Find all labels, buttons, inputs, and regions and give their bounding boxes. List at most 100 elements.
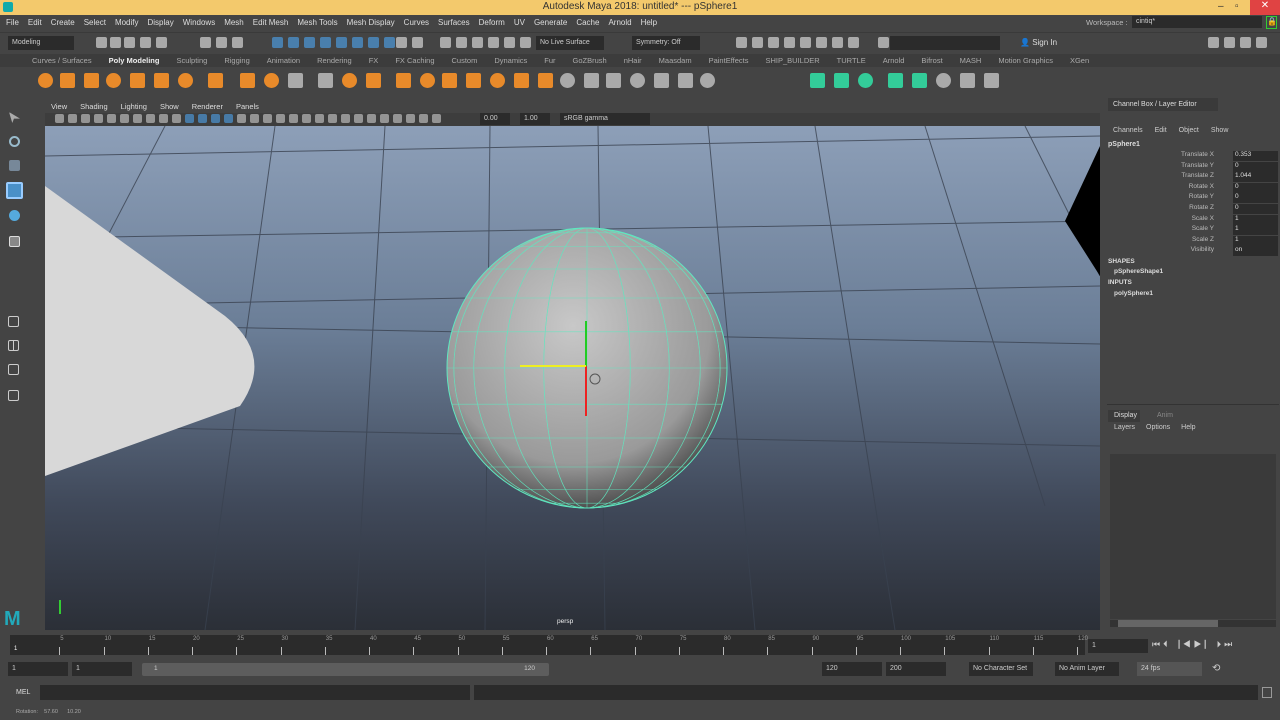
panel-tool-icon[interactable] [315, 114, 324, 123]
shelf-tool-icon[interactable] [106, 73, 121, 88]
status-tool-icon[interactable] [396, 37, 407, 48]
status-tool-icon[interactable] [156, 37, 167, 48]
panel-tool-icon[interactable] [159, 114, 168, 123]
panel-menu-shading[interactable]: Shading [80, 102, 108, 111]
minimize-button[interactable]: – [1218, 1, 1224, 12]
shelf-tool-icon[interactable] [700, 73, 715, 88]
shelf-tool-icon[interactable] [396, 73, 411, 88]
status-tool-icon[interactable] [288, 37, 299, 48]
panel-tool-icon[interactable] [406, 114, 415, 123]
status-tool-icon[interactable] [320, 37, 331, 48]
channel-row[interactable]: Translate Y 0 [1105, 161, 1280, 173]
panel-tool-icon[interactable] [211, 114, 220, 123]
shelf-tool-icon[interactable] [606, 73, 621, 88]
panel-tool-icon[interactable] [263, 114, 272, 123]
range-slider[interactable]: 1 120 [142, 663, 549, 676]
shelf-tab[interactable]: nHair [624, 56, 642, 65]
panel-tool-icon[interactable] [354, 114, 363, 123]
menu-curves[interactable]: Curves [404, 18, 429, 27]
shelf-tab[interactable]: Animation [267, 56, 300, 65]
channel-row[interactable]: Translate X 0.353 [1105, 151, 1280, 162]
status-tool-icon[interactable] [200, 37, 211, 48]
tab-anim[interactable]: Anim [1157, 412, 1173, 419]
panel-tool-icon[interactable] [393, 114, 402, 123]
color-space-dropdown[interactable]: sRGB gamma [560, 113, 650, 125]
menu-create[interactable]: Create [51, 18, 75, 27]
shelf-tool-icon[interactable] [318, 73, 333, 88]
shelf-tool-icon[interactable] [264, 73, 279, 88]
shelf-tool-icon[interactable] [342, 73, 357, 88]
status-tool-icon[interactable] [232, 37, 243, 48]
shelf-tool-icon[interactable] [912, 73, 927, 88]
panel-tool-icon[interactable] [380, 114, 389, 123]
channel-row[interactable]: Rotate Y 0 [1105, 193, 1280, 204]
status-tool-icon[interactable] [1224, 37, 1235, 48]
panel-tool-icon[interactable] [81, 114, 90, 123]
shelf-tab[interactable]: MASH [960, 56, 982, 65]
status-tool-icon[interactable] [440, 37, 451, 48]
exposure-field[interactable]: 0.00 [480, 113, 510, 125]
status-tool-icon[interactable] [352, 37, 363, 48]
menu-help[interactable]: Help [641, 18, 657, 27]
status-tool-icon[interactable] [816, 37, 827, 48]
script-editor-icon[interactable] [1262, 687, 1272, 698]
shelf-tool-icon[interactable] [654, 73, 669, 88]
menu-select[interactable]: Select [84, 18, 106, 27]
panel-menu-renderer[interactable]: Renderer [192, 102, 223, 111]
status-tool-icon[interactable] [456, 37, 467, 48]
status-tool-icon[interactable] [272, 37, 283, 48]
panel-menu-show[interactable]: Show [160, 102, 179, 111]
status-tool-icon[interactable] [1240, 37, 1251, 48]
horizontal-scrollbar[interactable] [1110, 620, 1276, 627]
shelf-tool-icon[interactable] [630, 73, 645, 88]
channel-value[interactable]: 0 [1233, 204, 1278, 214]
current-frame-field[interactable]: 1 [1088, 639, 1148, 653]
shelf-tab[interactable]: Fur [544, 56, 555, 65]
playback-controls[interactable]: ⏮⏴▕◀▶▏⏵⏭ [1152, 639, 1235, 650]
close-button[interactable]: ✕ [1250, 0, 1280, 15]
gamma-field[interactable]: 1.00 [520, 113, 550, 125]
status-tool-icon[interactable] [336, 37, 347, 48]
shelf-tool-icon[interactable] [834, 73, 849, 88]
channel-value[interactable]: 1.044 [1233, 172, 1278, 183]
panel-tool-icon[interactable] [68, 114, 77, 123]
tab-display[interactable]: Display [1108, 410, 1140, 422]
cone-mesh[interactable] [45, 186, 255, 476]
shelf-tool-icon[interactable] [538, 73, 553, 88]
shelf-tool-icon[interactable] [810, 73, 825, 88]
anim-layer-dropdown[interactable]: No Anim Layer [1055, 662, 1119, 676]
menu-windows[interactable]: Windows [183, 18, 215, 27]
panel-tool-icon[interactable] [120, 114, 129, 123]
shelf-tool-icon[interactable] [84, 73, 99, 88]
input-node[interactable]: polySphere1 [1114, 290, 1153, 297]
channel-menu-edit[interactable]: Edit [1155, 127, 1167, 134]
panel-tool-icon[interactable] [224, 114, 233, 123]
menu-mesh-display[interactable]: Mesh Display [347, 18, 395, 27]
panel-menu-lighting[interactable]: Lighting [121, 102, 147, 111]
status-tool-icon[interactable] [784, 37, 795, 48]
status-tool-icon[interactable] [140, 37, 151, 48]
status-tool-icon[interactable] [368, 37, 379, 48]
panel-tool-icon[interactable] [237, 114, 246, 123]
channel-value[interactable]: 0 [1233, 161, 1278, 172]
channel-value[interactable]: 1 [1233, 235, 1278, 246]
status-tool-icon[interactable] [384, 37, 395, 48]
layer-menu-help[interactable]: Help [1181, 424, 1195, 431]
shelf-tool-icon[interactable] [490, 73, 505, 88]
shelf-tab[interactable]: PaintEffects [709, 56, 749, 65]
mel-label[interactable]: MEL [16, 689, 30, 696]
shelf-tool-icon[interactable] [240, 73, 255, 88]
status-tool-icon[interactable] [216, 37, 227, 48]
lasso-tool-icon[interactable] [9, 136, 20, 147]
menu-modify[interactable]: Modify [115, 18, 139, 27]
outliner-icon[interactable] [8, 390, 19, 401]
shelf-tool-icon[interactable] [178, 73, 193, 88]
sphere-mesh[interactable] [446, 227, 728, 509]
panel-tool-icon[interactable] [250, 114, 259, 123]
layout-four-icon[interactable] [8, 340, 19, 351]
panel-tool-icon[interactable] [328, 114, 337, 123]
channel-box-tab[interactable]: Channel Box / Layer Editor [1108, 98, 1218, 111]
status-tool-icon[interactable] [800, 37, 811, 48]
select-tool-icon[interactable] [9, 112, 20, 123]
loop-icon[interactable]: ⟲ [1212, 663, 1220, 674]
